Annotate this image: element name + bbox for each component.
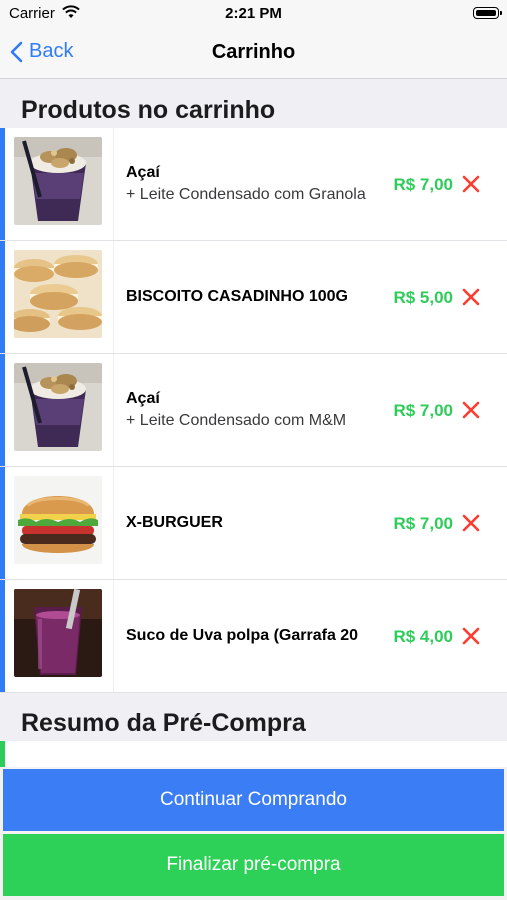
navigation-bar: Back Carrinho <box>0 28 507 79</box>
thumbnail-divider <box>113 128 114 240</box>
acai-cup-image <box>14 137 102 225</box>
burger-image <box>14 476 102 564</box>
close-icon <box>462 514 480 532</box>
close-icon <box>462 288 480 306</box>
item-info: Açaí + Leite Condensado com Granola <box>126 164 384 204</box>
remove-item-button[interactable] <box>461 400 481 420</box>
thumbnail-divider <box>113 467 114 579</box>
item-price: R$ 4,00 <box>393 627 453 646</box>
item-detail: + Leite Condensado com M&M <box>126 412 347 429</box>
item-name: Açaí <box>126 390 160 407</box>
remove-item-button[interactable] <box>461 287 481 307</box>
close-icon <box>462 627 480 645</box>
close-icon <box>462 175 480 193</box>
cart-item[interactable]: Açaí + Leite Condensado com M&M R$ 7,00 <box>0 354 507 467</box>
thumbnail-divider <box>113 241 114 353</box>
cart-section-header: Produtos no carrinho <box>21 96 276 124</box>
battery-icon <box>473 7 502 19</box>
status-time: 2:21 PM <box>225 5 282 22</box>
continue-shopping-button[interactable]: Continuar Comprando <box>3 769 504 831</box>
item-info: Suco de Uva polpa (Garrafa 20 <box>126 627 384 645</box>
item-info: BISCOITO CASADINHO 100G <box>126 288 384 306</box>
acai-cup-image <box>14 363 102 451</box>
item-detail: + Leite Condensado com Granola <box>126 186 366 203</box>
item-price: R$ 7,00 <box>393 175 453 194</box>
cart-item[interactable]: BISCOITO CASADINHO 100G R$ 5,00 <box>0 241 507 354</box>
finish-precheckout-button[interactable]: Finalizar pré-compra <box>3 834 504 896</box>
remove-item-button[interactable] <box>461 513 481 533</box>
item-price: R$ 7,00 <box>393 514 453 533</box>
cart-item[interactable]: X-BURGUER R$ 7,00 <box>0 467 507 580</box>
item-info: Açaí + Leite Condensado com M&M <box>126 390 384 430</box>
item-info: X-BURGUER <box>126 514 384 532</box>
summary-section-header: Resumo da Pré-Compra <box>21 709 306 737</box>
item-name: BISCOITO CASADINHO 100G <box>126 288 348 305</box>
cart-list: Açaí + Leite Condensado com Granola R$ 7… <box>0 128 507 693</box>
biscuits-image <box>14 250 102 338</box>
cart-item[interactable]: Açaí + Leite Condensado com Granola R$ 7… <box>0 128 507 241</box>
item-name: Açaí <box>126 164 160 181</box>
thumbnail-divider <box>113 354 114 466</box>
close-icon <box>462 401 480 419</box>
remove-item-button[interactable] <box>461 626 481 646</box>
item-name: X-BURGUER <box>126 514 223 531</box>
grape-juice-image <box>14 589 102 677</box>
thumbnail-divider <box>113 580 114 692</box>
item-price: R$ 5,00 <box>393 288 453 307</box>
cart-item[interactable]: Suco de Uva polpa (Garrafa 20 R$ 4,00 <box>0 580 507 693</box>
page-title: Carrinho <box>211 41 296 63</box>
item-price: R$ 7,00 <box>393 401 453 420</box>
status-bar: Carrier 2:21 PM <box>0 0 507 28</box>
item-name: Suco de Uva polpa (Garrafa 20 <box>126 627 359 644</box>
remove-item-button[interactable] <box>461 174 481 194</box>
